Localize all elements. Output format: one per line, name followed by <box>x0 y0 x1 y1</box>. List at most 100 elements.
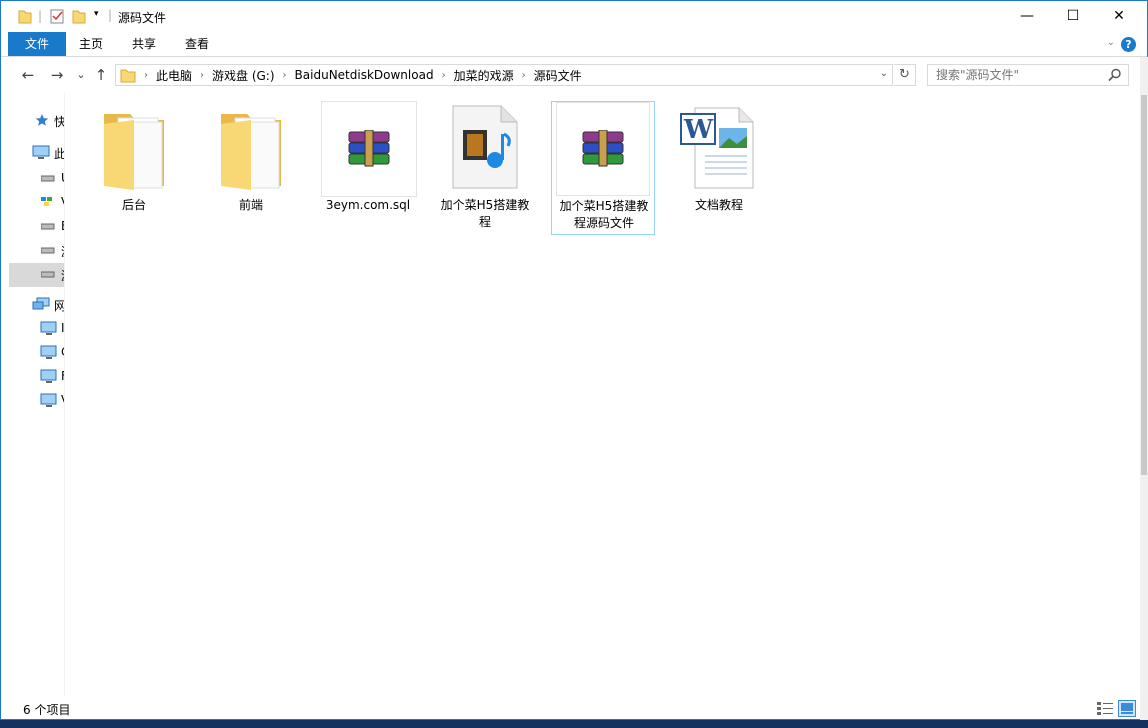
item-count: 6 个项目 <box>23 703 71 717</box>
separator: | <box>108 8 113 22</box>
sidebar-item-label: 游 <box>61 267 64 284</box>
help-icon[interactable]: ? <box>1121 37 1136 52</box>
minimize-button[interactable]: — <box>1004 1 1050 31</box>
monitor-icon <box>40 345 57 359</box>
breadcrumb-separator[interactable]: › <box>279 70 291 81</box>
archive-icon <box>321 101 417 197</box>
monitor-icon <box>40 393 57 407</box>
new-folder-icon[interactable] <box>72 8 86 24</box>
monitor-icon <box>40 321 57 335</box>
separator: | <box>38 9 43 23</box>
star-icon <box>35 114 49 126</box>
sidebar-item-network-pc-3[interactable]: F <box>9 365 64 389</box>
status-bar: 6 个项目 <box>1 697 1147 721</box>
sidebar-item-network-pc-2[interactable]: C <box>9 341 64 365</box>
network-icon <box>32 297 50 310</box>
search-icon[interactable] <box>1108 68 1122 82</box>
sidebar-item-label: B <box>61 219 64 233</box>
sidebar-item-label: 游 <box>61 243 64 260</box>
word-document-icon: W <box>677 101 761 193</box>
breadcrumb-this-pc[interactable]: 此电脑 <box>152 67 196 84</box>
up-button[interactable]: ↑ <box>91 65 111 85</box>
file-name: 3eym.com.sql <box>325 198 411 212</box>
close-button[interactable]: ✕ <box>1096 1 1142 31</box>
sidebar-item-label: U <box>61 171 64 185</box>
file-name: 加个菜H5搭建教程源码文件 <box>559 199 649 230</box>
drive-icon <box>41 223 55 230</box>
sidebar-item-quick-access[interactable]: 快 <box>9 109 65 133</box>
vertical-scrollbar[interactable] <box>1140 57 1148 721</box>
desktop-background <box>0 720 1148 728</box>
breadcrumb-separator[interactable]: › <box>518 70 530 81</box>
details-view-icon[interactable] <box>1096 700 1114 717</box>
properties-icon[interactable] <box>49 8 65 24</box>
network-drive-icon <box>41 197 52 206</box>
archive-icon <box>556 102 650 196</box>
file-item-folder-backend[interactable]: 后台 <box>82 101 186 235</box>
breadcrumb-separator[interactable]: › <box>196 70 208 81</box>
large-icons-view-icon[interactable] <box>1118 700 1136 717</box>
tab-share[interactable]: 共享 <box>120 32 168 56</box>
file-item-folder-frontend[interactable]: 前端 <box>199 101 303 235</box>
forward-button[interactable]: → <box>47 65 67 85</box>
refresh-button[interactable]: ↻ <box>894 64 916 86</box>
explorer-window: | ▾ | 源码文件 — ☐ ✕ 文件 主页 共享 查看 ⌄ ? ← → ⌄ ↑ <box>0 0 1148 721</box>
drive-icon <box>41 247 55 254</box>
file-name: 加个菜H5搭建教程 <box>440 198 530 229</box>
sidebar-item-label: C <box>61 345 64 359</box>
file-name: 前端 <box>238 198 263 212</box>
computer-icon <box>32 145 50 159</box>
navigation-pane: 快 此 U V B 游 游 <box>9 93 65 697</box>
maximize-icon: ☐ <box>1066 8 1080 24</box>
sidebar-item-drive-game-g[interactable]: 游 <box>9 263 64 287</box>
svg-text:W: W <box>683 115 714 145</box>
address-bar[interactable]: › 此电脑 › 游戏盘 (G:) › BaiduNetdiskDownload … <box>115 64 893 86</box>
folder-icon[interactable] <box>18 8 32 24</box>
breadcrumb-drive[interactable]: 游戏盘 (G:) <box>208 67 279 84</box>
breadcrumb-separator[interactable]: › <box>438 70 450 81</box>
back-button[interactable]: ← <box>18 65 38 85</box>
sidebar-item-label: 此 <box>54 147 65 161</box>
title-bar[interactable]: | ▾ | 源码文件 — ☐ ✕ <box>1 1 1147 31</box>
sidebar-item-label: V <box>61 195 64 209</box>
tab-view[interactable]: 查看 <box>173 32 221 56</box>
breadcrumb-separator[interactable]: › <box>140 70 152 81</box>
sidebar-item-drive-b[interactable]: B <box>9 215 64 239</box>
address-dropdown-icon[interactable]: ⌄ <box>880 68 888 79</box>
breadcrumb-parent[interactable]: 加菜的戏源 <box>450 67 518 84</box>
sidebar-item-label: 网 <box>54 299 65 313</box>
window-title: 源码文件 <box>118 11 167 25</box>
recent-locations-button[interactable]: ⌄ <box>71 65 91 85</box>
sidebar-item-this-pc[interactable]: 此 <box>9 141 65 165</box>
sidebar-item-label: 快 <box>54 115 65 129</box>
breadcrumb-current[interactable]: 源码文件 <box>530 67 586 84</box>
sidebar-item-label: F <box>61 369 64 383</box>
navigation-bar: ← → ⌄ ↑ › 此电脑 › 游戏盘 (G:) › BaiduNetdiskD… <box>1 57 1147 93</box>
ribbon: 文件 主页 共享 查看 ⌄ ? <box>1 31 1147 57</box>
file-item-word-doc[interactable]: W 文档教程 <box>667 101 771 235</box>
expand-ribbon-chevron-icon[interactable]: ⌄ <box>1107 37 1115 48</box>
file-item-video-tutorial[interactable]: 加个菜H5搭建教程 <box>433 101 537 235</box>
tab-home[interactable]: 主页 <box>67 32 115 56</box>
tab-file[interactable]: 文件 <box>8 32 66 56</box>
file-list[interactable]: 后台 前端 3eym.com.sql 加个菜H5搭建教程 加个菜H5搭建教程源码… <box>68 93 1140 697</box>
breadcrumb-baidu[interactable]: BaiduNetdiskDownload <box>291 68 438 82</box>
search-box[interactable] <box>927 64 1129 86</box>
sidebar-item-network-pc-4[interactable]: V <box>9 389 64 413</box>
file-item-sql[interactable]: 3eym.com.sql <box>316 101 420 235</box>
search-input[interactable] <box>936 68 1106 82</box>
sidebar-item-drive-u[interactable]: U <box>9 167 64 191</box>
sidebar-item-drive-game[interactable]: 游 <box>9 239 64 263</box>
sidebar-item-network[interactable]: 网 <box>9 293 65 317</box>
maximize-button[interactable]: ☐ <box>1050 1 1096 31</box>
video-file-icon <box>443 101 527 193</box>
drive-icon <box>41 271 55 278</box>
file-name: 文档教程 <box>694 198 743 212</box>
sidebar-item-network-pc-1[interactable]: I <box>9 317 64 341</box>
sidebar-item-drive-v[interactable]: V <box>9 191 64 215</box>
customize-quick-access-icon[interactable]: ▾ <box>94 9 99 25</box>
file-item-source-archive[interactable]: 加个菜H5搭建教程源码文件 <box>551 101 655 235</box>
drive-icon <box>41 175 55 182</box>
scrollbar-thumb[interactable] <box>1141 95 1147 475</box>
sidebar-item-label: V <box>61 393 64 407</box>
